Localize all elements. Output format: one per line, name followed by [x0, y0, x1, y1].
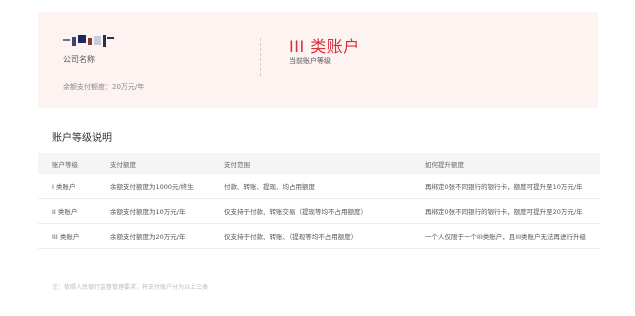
row-scope: 仅支持于付款、转账、（提现等均不占用额度）: [224, 233, 358, 241]
table-row: I 类账户 余额支付额度为1000元/终生 付款、转账、提现、均占用额度 再绑定…: [38, 174, 600, 199]
footnote: 注：依照人民银行监督管理要求，将支付账户分为以上三类: [52, 284, 209, 291]
row-quota: 余额支付额度为20万元/年: [110, 233, 186, 241]
table-row: III 类账户 余额支付额度为20万元/年 仅支持于付款、转账、（提现等均不占用…: [38, 224, 600, 249]
row-level: II 类账户: [52, 208, 78, 216]
section-title: 账户等级说明: [52, 133, 112, 144]
balance-quota-text: 余额支付额度：20万元/年: [63, 83, 145, 91]
header-upgrade: 如何提升额度: [425, 160, 464, 169]
table-header-row: 账户等级 支付额度 支付范围 如何提升额度: [38, 153, 600, 174]
row-level: I 类账户: [52, 183, 76, 191]
row-level: III 类账户: [52, 233, 80, 241]
row-scope: 仅支持于付款、转账交易（提现等均不占用额度）: [224, 208, 367, 216]
row-scope: 付款、转账、提现、均占用额度: [224, 183, 315, 191]
row-quota: 余额支付额度为10万元/年: [110, 208, 186, 216]
header-level: 账户等级: [52, 160, 78, 169]
account-level-label: 当前账户等级: [289, 57, 331, 65]
row-upgrade: 再绑定0张不同银行的银行卡，额度可提升至20万元/年: [425, 208, 583, 216]
account-summary-panel: 公司名称 余额支付额度：20万元/年 III 类账户 当前账户等级: [38, 12, 598, 108]
summary-divider: [260, 38, 261, 76]
header-quota: 支付额度: [110, 160, 136, 169]
account-level-table: 账户等级 支付额度 支付范围 如何提升额度 I 类账户 余额支付额度为1000元…: [38, 153, 600, 249]
company-name-label: 公司名称: [63, 55, 95, 64]
row-upgrade: 一个人仅限于一个III类账户，且III类账户无法再进行升级: [425, 233, 587, 241]
row-upgrade: 再绑定0张不同银行的银行卡，额度可提升至10万元/年: [425, 183, 583, 191]
header-scope: 支付范围: [224, 160, 250, 169]
account-level-name: III 类账户: [289, 37, 360, 56]
table-row: II 类账户 余额支付额度为10万元/年 仅支持于付款、转账交易（提现等均不占用…: [38, 199, 600, 224]
row-quota: 余额支付额度为1000元/终生: [110, 183, 194, 191]
company-logo: [63, 35, 114, 47]
